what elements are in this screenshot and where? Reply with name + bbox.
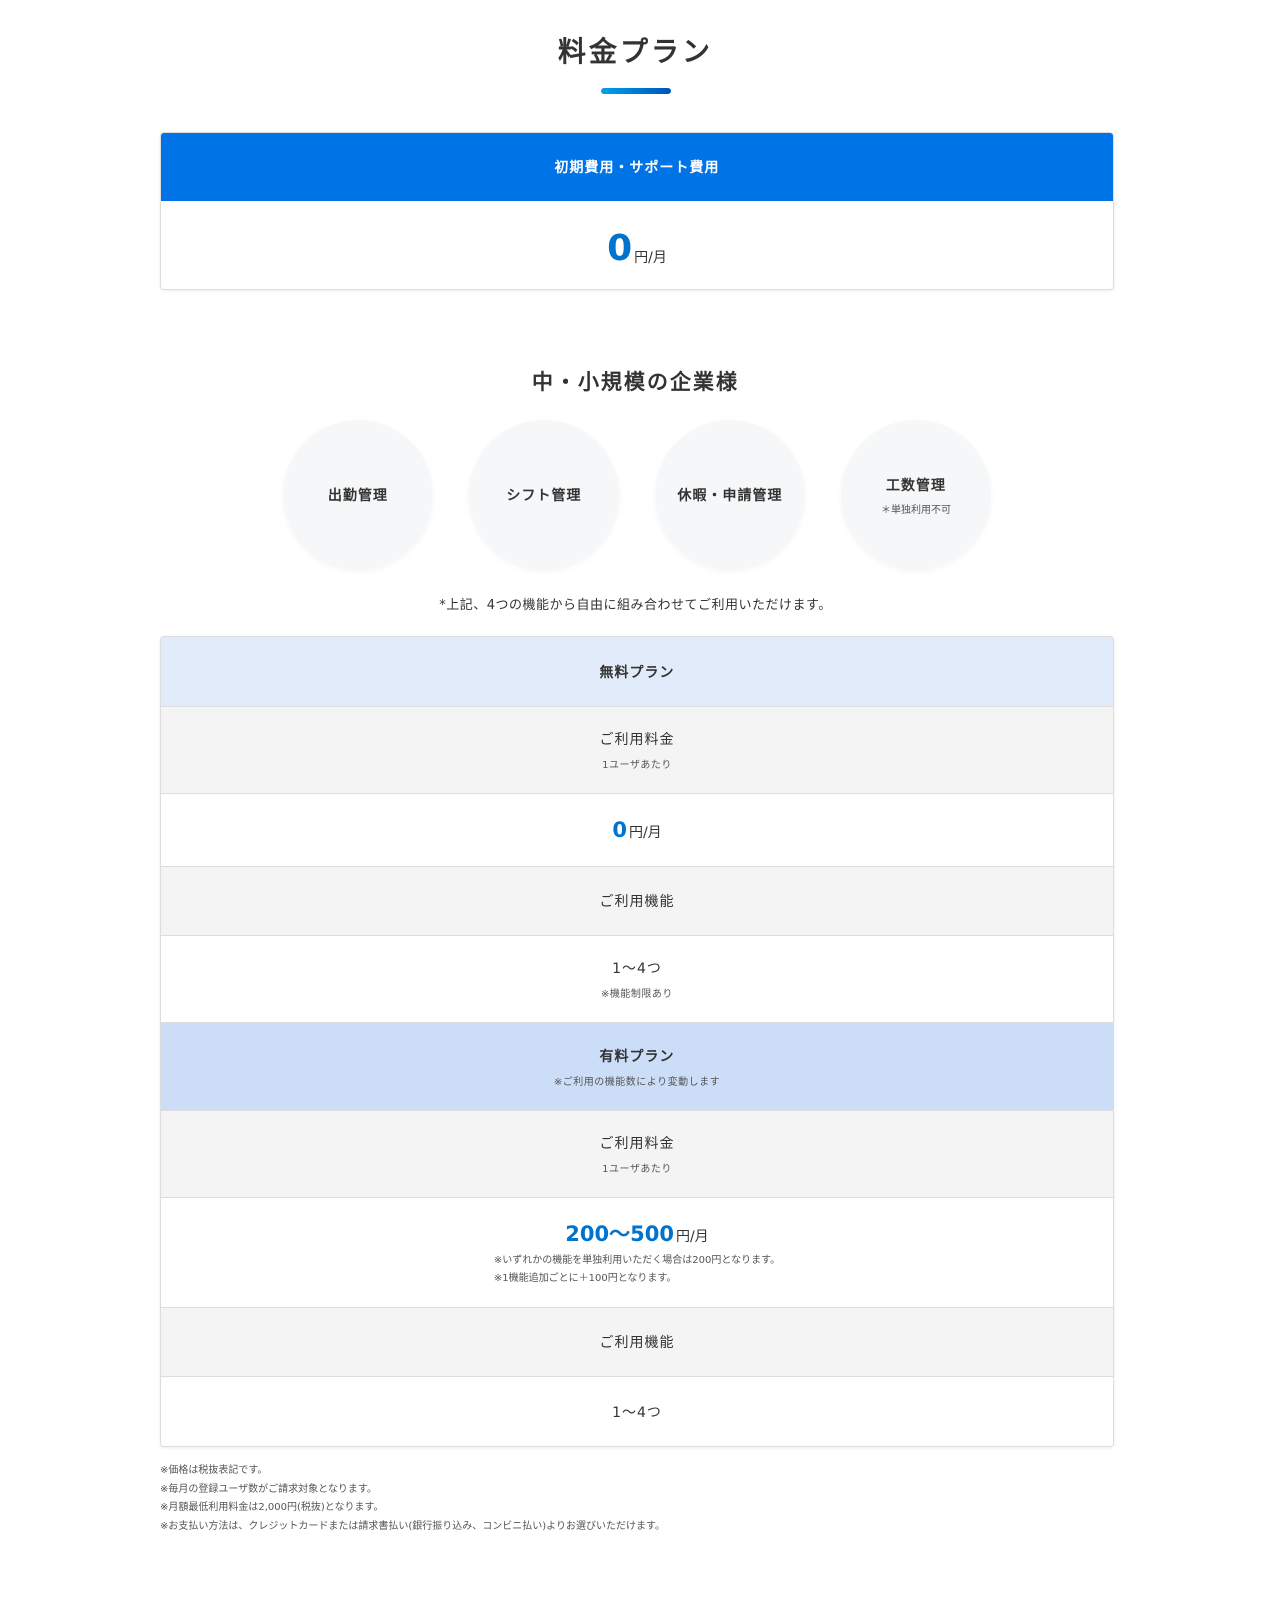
fee-sub: 1ユーザあたり	[602, 760, 672, 771]
feature-label: 休暇・申請管理	[677, 488, 783, 504]
feature-label: ご利用機能	[599, 894, 675, 910]
initial-cost-header: 初期費用・サポート費用	[161, 133, 1113, 201]
feature-attendance: 出勤管理	[283, 420, 433, 570]
free-feature-value-row: 1〜4つ ※機能制限あり	[161, 936, 1113, 1023]
paid-fee-label-row: ご利用料金 1ユーザあたり	[161, 1111, 1113, 1198]
free-price-row: 0 円/月	[161, 794, 1113, 867]
feature-manhour: 工数管理 ＊単独利用不可	[841, 420, 991, 570]
paid-price-note: ※いずれかの機能を単独利用いただく場合は200円となります。	[493, 1254, 781, 1266]
footer-note: ※価格は税抜表記です。	[160, 1465, 268, 1476]
paid-feature-value-row: 1〜4つ	[161, 1377, 1113, 1446]
paid-plan-note: ※ご利用の機能数により変動します	[553, 1076, 721, 1088]
feature-label: 出勤管理	[328, 488, 388, 504]
free-plan-header: 無料プラン	[161, 637, 1113, 707]
paid-price: 200〜500 円/月	[565, 1218, 708, 1248]
paid-price-row: 200〜500 円/月 ※いずれかの機能を単独利用いただく場合は200円となりま…	[161, 1198, 1113, 1308]
free-price-unit: 円/月	[628, 825, 662, 841]
feature-label: シフト管理	[506, 488, 582, 504]
page-title: 料金プラン	[557, 35, 713, 68]
footer-notes: ※価格は税抜表記です。 ※毎月の登録ユーザ数がご請求対象となります。 ※月額最低…	[160, 1462, 665, 1536]
fee-sub: 1ユーザあたり	[602, 1164, 672, 1175]
section-title: 中・小規模の企業様	[532, 370, 739, 394]
free-feature-label-row: ご利用機能	[161, 867, 1113, 936]
paid-price-value: 200〜500	[565, 1221, 674, 1246]
paid-price-note: ※1機能追加ごとに＋100円となります。	[493, 1272, 677, 1284]
plan-table: 無料プラン ご利用料金 1ユーザあたり 0 円/月 ご利用機能 1〜4つ ※機能…	[160, 636, 1114, 1447]
fee-label: ご利用料金	[599, 732, 675, 748]
initial-price-value: 0	[607, 228, 633, 269]
initial-cost-box: 初期費用・サポート費用 0 円/月	[160, 132, 1114, 290]
feature-circles: 出勤管理 シフト管理 休暇・申請管理 工数管理 ＊単独利用不可	[283, 420, 991, 570]
footer-note: ※月額最低利用料金は2,000円(税抜)となります。	[160, 1502, 384, 1513]
fee-label: ご利用料金	[599, 1136, 675, 1152]
paid-plan-title: 有料プラン	[599, 1048, 675, 1065]
paid-plan-header: 有料プラン ※ご利用の機能数により変動します	[161, 1023, 1113, 1111]
free-plan-title: 無料プラン	[599, 664, 675, 681]
feature-value: 1〜4つ	[612, 961, 662, 977]
free-price: 0 円/月	[612, 818, 661, 842]
free-fee-label-row: ご利用料金 1ユーザあたり	[161, 707, 1113, 794]
initial-price-unit: 円/月	[634, 250, 667, 266]
feature-label: 工数管理	[886, 477, 946, 494]
paid-price-unit: 円/月	[675, 1228, 709, 1245]
paid-price-notes: ※いずれかの機能を単独利用いただく場合は200円となります。 ※1機能追加ごとに…	[494, 1252, 780, 1288]
initial-cost-price: 0 円/月	[161, 201, 1113, 289]
combination-note: *上記、4つの機能から自由に組み合わせてご利用いただけます。	[439, 598, 832, 613]
feature-note: ※機能制限あり	[601, 989, 673, 1000]
feature-label: ご利用機能	[599, 1335, 675, 1351]
feature-shift: シフト管理	[469, 420, 619, 570]
title-underline	[601, 88, 671, 94]
footer-note: ※毎月の登録ユーザ数がご請求対象となります。	[160, 1483, 377, 1495]
feature-leave: 休暇・申請管理	[655, 420, 805, 570]
feature-note: ＊単独利用不可	[881, 504, 951, 516]
footer-note: ※お支払い方法は、クレジットカードまたは請求書払い(銀行振り込み、コンビニ払い)…	[160, 1520, 665, 1532]
paid-feature-label-row: ご利用機能	[161, 1308, 1113, 1377]
free-price-value: 0	[612, 818, 627, 842]
feature-value: 1〜4つ	[612, 1404, 662, 1421]
